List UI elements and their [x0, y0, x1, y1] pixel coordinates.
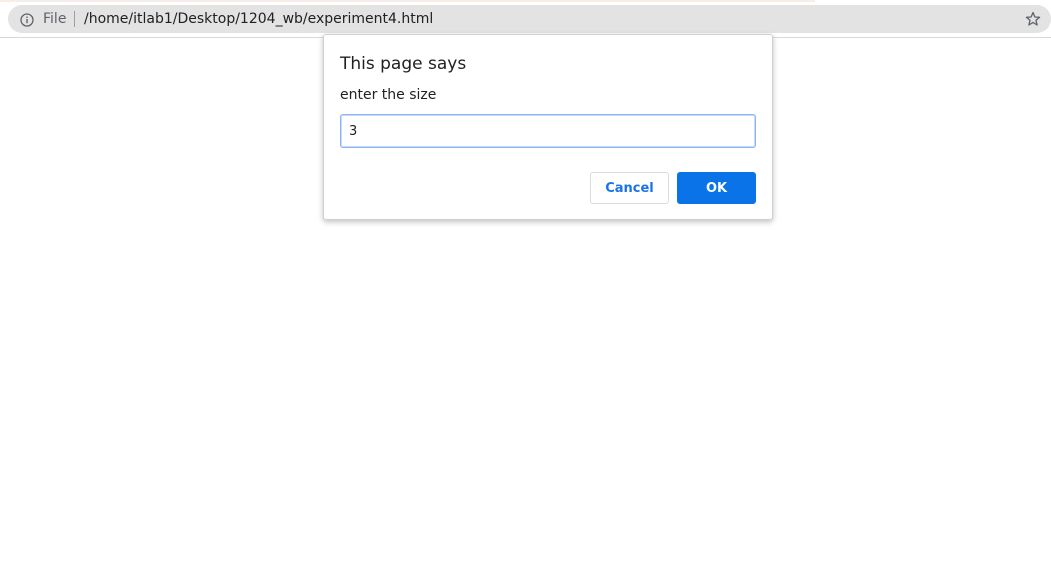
star-icon[interactable]	[1025, 11, 1041, 27]
ok-button[interactable]: OK	[677, 172, 756, 204]
prompt-input[interactable]	[340, 114, 756, 148]
prompt-dialog: This page says enter the size Cancel OK	[323, 34, 773, 220]
divider	[74, 11, 75, 27]
tab-strip-edge	[0, 0, 815, 2]
scheme-label: File	[43, 11, 67, 27]
cancel-button[interactable]: Cancel	[590, 172, 669, 204]
dialog-title: This page says	[340, 54, 467, 74]
url-text[interactable]: /home/itlab1/Desktop/1204_wb/experiment4…	[84, 11, 433, 27]
browser-toolbar: File /home/itlab1/Desktop/1204_wb/experi…	[0, 0, 1051, 38]
dialog-message: enter the size	[340, 87, 437, 103]
info-icon[interactable]	[20, 12, 34, 27]
address-bar[interactable]: File /home/itlab1/Desktop/1204_wb/experi…	[8, 5, 1051, 33]
